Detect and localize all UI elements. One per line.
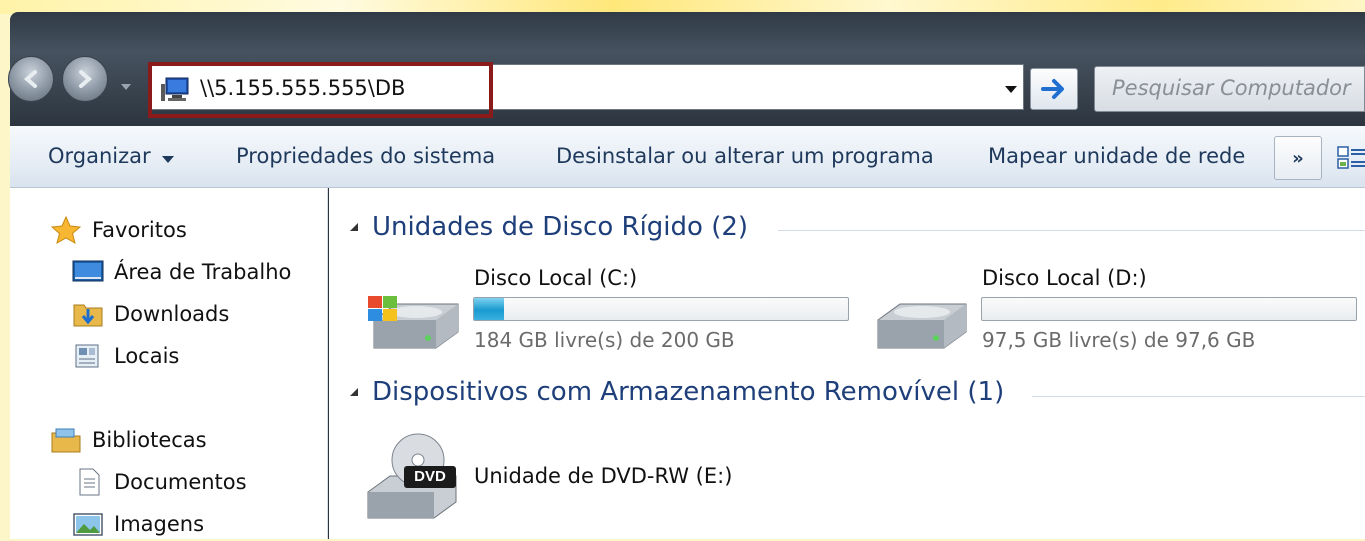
- pictures-icon: [72, 509, 104, 539]
- chevron-down-icon[interactable]: [120, 82, 132, 92]
- group-divider: [1032, 396, 1365, 397]
- drive-free-space: 97,5 GB livre(s) de 97,6 GB: [982, 328, 1255, 352]
- drive-free-space: 184 GB livre(s) de 200 GB: [474, 328, 735, 352]
- group-divider: [778, 230, 1365, 231]
- back-button[interactable]: [8, 56, 54, 102]
- downloads-folder-icon: [72, 299, 104, 329]
- drive-label[interactable]: Disco Local (C:): [474, 266, 637, 290]
- nav-item-pictures[interactable]: Imagens: [72, 507, 204, 541]
- system-properties-button[interactable]: Propriedades do sistema: [236, 144, 495, 168]
- collapse-triangle-icon: [348, 386, 360, 398]
- more-commands-button[interactable]: »: [1274, 136, 1322, 180]
- go-arrow-icon: [1041, 78, 1067, 100]
- star-icon: [50, 215, 82, 245]
- group-title: Dispositivos com Armazenamento Removível…: [372, 377, 1004, 407]
- dvd-icon-text: DVD: [408, 468, 452, 485]
- drive-usage-bar: [981, 297, 1357, 321]
- address-highlight-box: [148, 62, 493, 118]
- device-label[interactable]: Unidade de DVD-RW (E:): [474, 464, 732, 488]
- group-title: Unidades de Disco Rígido (2): [372, 212, 748, 242]
- nav-item-label: Área de Trabalho: [114, 260, 291, 284]
- nav-libraries-label: Bibliotecas: [92, 428, 207, 452]
- forward-arrow-icon: [74, 68, 96, 90]
- libraries-icon: [50, 425, 82, 455]
- uninstall-program-button[interactable]: Desinstalar ou alterar um programa: [556, 144, 934, 168]
- nav-item-recent-places[interactable]: Locais: [72, 339, 179, 373]
- hard-drive-icon[interactable]: [874, 294, 970, 354]
- nav-item-desktop[interactable]: Área de Trabalho: [72, 255, 291, 289]
- forward-button[interactable]: [62, 56, 108, 102]
- windows-drive-icon[interactable]: [366, 290, 462, 354]
- collapse-triangle-icon: [348, 221, 360, 233]
- group-header-removable[interactable]: Dispositivos com Armazenamento Removível…: [348, 377, 1004, 407]
- view-options-icon[interactable]: [1336, 144, 1365, 172]
- chevron-down-icon[interactable]: [161, 154, 175, 164]
- go-button[interactable]: [1030, 68, 1078, 110]
- organize-button[interactable]: Organizar: [48, 144, 151, 168]
- nav-favorites-label: Favoritos: [92, 218, 187, 242]
- nav-item-label: Imagens: [114, 512, 204, 536]
- drive-usage-bar: [473, 297, 849, 321]
- nav-item-downloads[interactable]: Downloads: [72, 297, 229, 331]
- drive-label[interactable]: Disco Local (D:): [982, 266, 1147, 290]
- drive-usage-fill: [474, 298, 504, 320]
- back-arrow-icon: [20, 68, 42, 90]
- documents-icon: [72, 467, 104, 497]
- nav-item-label: Downloads: [114, 302, 229, 326]
- nav-libraries[interactable]: Bibliotecas: [50, 423, 207, 457]
- desktop-icon: [72, 257, 104, 287]
- group-header-hard-drives[interactable]: Unidades de Disco Rígido (2): [348, 212, 748, 242]
- recent-places-icon: [72, 341, 104, 371]
- nav-item-label: Documentos: [114, 470, 247, 494]
- nav-favorites[interactable]: Favoritos: [50, 213, 187, 247]
- nav-item-label: Locais: [114, 344, 179, 368]
- map-network-drive-button[interactable]: Mapear unidade de rede: [988, 144, 1245, 168]
- nav-item-documents[interactable]: Documentos: [72, 465, 247, 499]
- search-placeholder: Pesquisar Computador: [1112, 76, 1351, 100]
- address-dropdown-icon[interactable]: [1004, 84, 1018, 94]
